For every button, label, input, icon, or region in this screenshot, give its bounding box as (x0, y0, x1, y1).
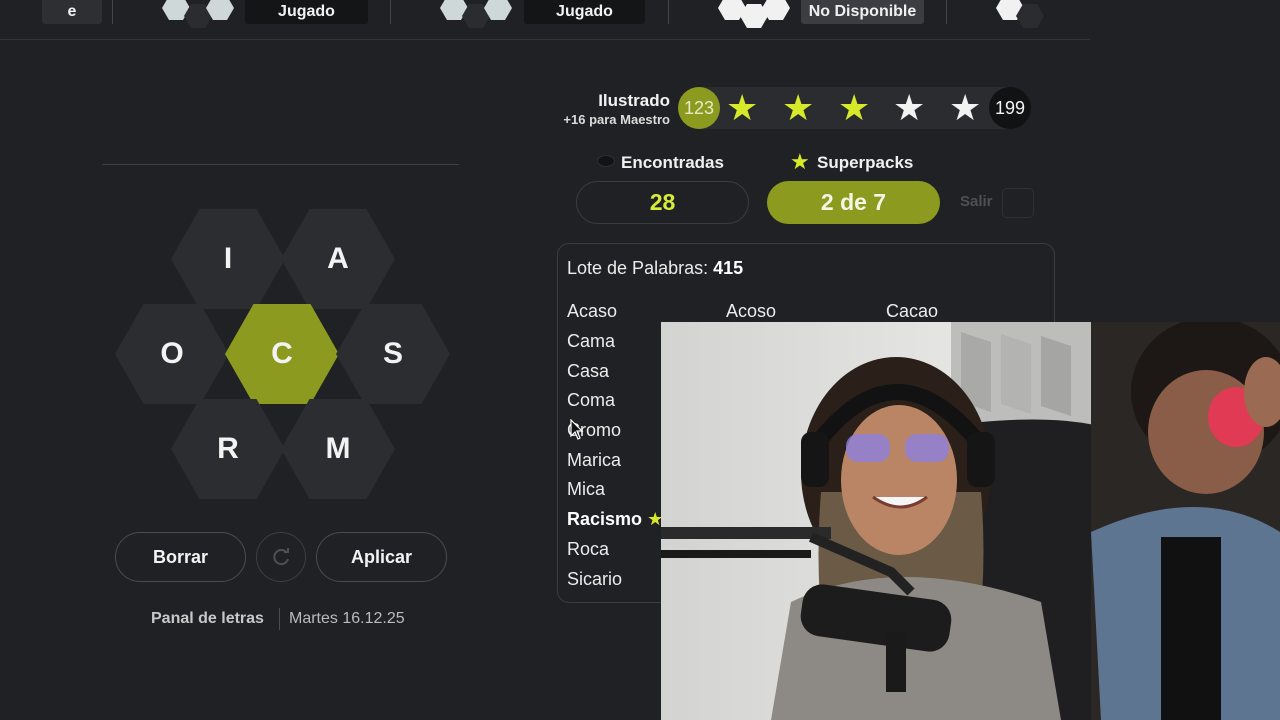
mouse-cursor-icon (570, 419, 584, 440)
game-name: Panal de letras (151, 610, 264, 627)
exit-toggle[interactable] (1002, 188, 1034, 218)
found-count: 28 (576, 181, 749, 224)
webcam-image (661, 322, 1280, 720)
word-batch-info: Lote de Palabras: 415 (567, 258, 743, 279)
found-word: Cacao (886, 301, 939, 321)
current-score: 123 (678, 87, 720, 129)
exit-label[interactable]: Salir (960, 193, 993, 210)
apply-button[interactable]: Aplicar (316, 532, 447, 582)
partial-label: e (42, 0, 102, 24)
found-word: Casa (567, 361, 610, 381)
superpacks-button[interactable]: 2 de 7 (767, 181, 940, 224)
found-word: Sicario (567, 569, 623, 589)
star-icon-empty: ★ (949, 87, 982, 128)
board-divider (102, 164, 459, 165)
found-word: Acoso (726, 301, 777, 321)
star-icon-filled: ★ (726, 87, 759, 128)
found-word: Marica (567, 450, 622, 470)
superpack-word: Racismo ★ (567, 508, 663, 530)
rank-title: Ilustrado (598, 91, 670, 110)
found-label: Encontradas (621, 153, 724, 172)
letter-tile[interactable]: O (115, 304, 229, 404)
letter-tile[interactable]: M (281, 399, 395, 499)
found-word: Cama (567, 331, 616, 351)
status-badge-played[interactable]: Jugado (245, 0, 368, 24)
found-word: Roca (567, 539, 610, 559)
footer-divider (279, 608, 280, 630)
found-word: Coma (567, 390, 616, 410)
letter-tile[interactable]: R (171, 399, 285, 499)
star-icon-empty: ★ (893, 87, 926, 128)
center-letter-tile[interactable]: C (225, 304, 339, 404)
top-divider (112, 0, 113, 24)
game-date: Martes 16.12.25 (289, 610, 405, 627)
status-badge-unavailable[interactable]: No Disponible (801, 0, 924, 24)
top-divider (390, 0, 391, 24)
word-batch-count: 415 (713, 258, 744, 278)
star-icon: ★ (790, 149, 810, 174)
superpack-word-text: Racismo (567, 509, 643, 529)
top-divider (668, 0, 669, 24)
found-word: Mica (567, 479, 606, 499)
letter-tile[interactable]: A (281, 209, 395, 309)
webcam-overlay (661, 322, 1280, 720)
letter-tile[interactable]: S (336, 304, 450, 404)
delete-button[interactable]: Borrar (115, 532, 246, 582)
status-badge-played[interactable]: Jugado (524, 0, 645, 24)
superpacks-label: Superpacks (817, 153, 914, 172)
star-icon-filled: ★ (838, 87, 871, 128)
rank-subtitle: +16 para Maestro (563, 112, 670, 127)
eye-icon[interactable] (597, 155, 615, 167)
refresh-glyph (273, 548, 289, 566)
star-icon-filled: ★ (782, 87, 815, 128)
max-score: 199 (989, 87, 1031, 129)
word-batch-label: Lote de Palabras: (567, 258, 709, 278)
found-word: Acaso (567, 301, 618, 321)
refresh-icon[interactable] (256, 532, 306, 582)
top-divider (946, 0, 947, 24)
top-bar: e Jugado Jugado No Disponible (0, 0, 1090, 40)
letter-tile[interactable]: I (171, 209, 285, 309)
